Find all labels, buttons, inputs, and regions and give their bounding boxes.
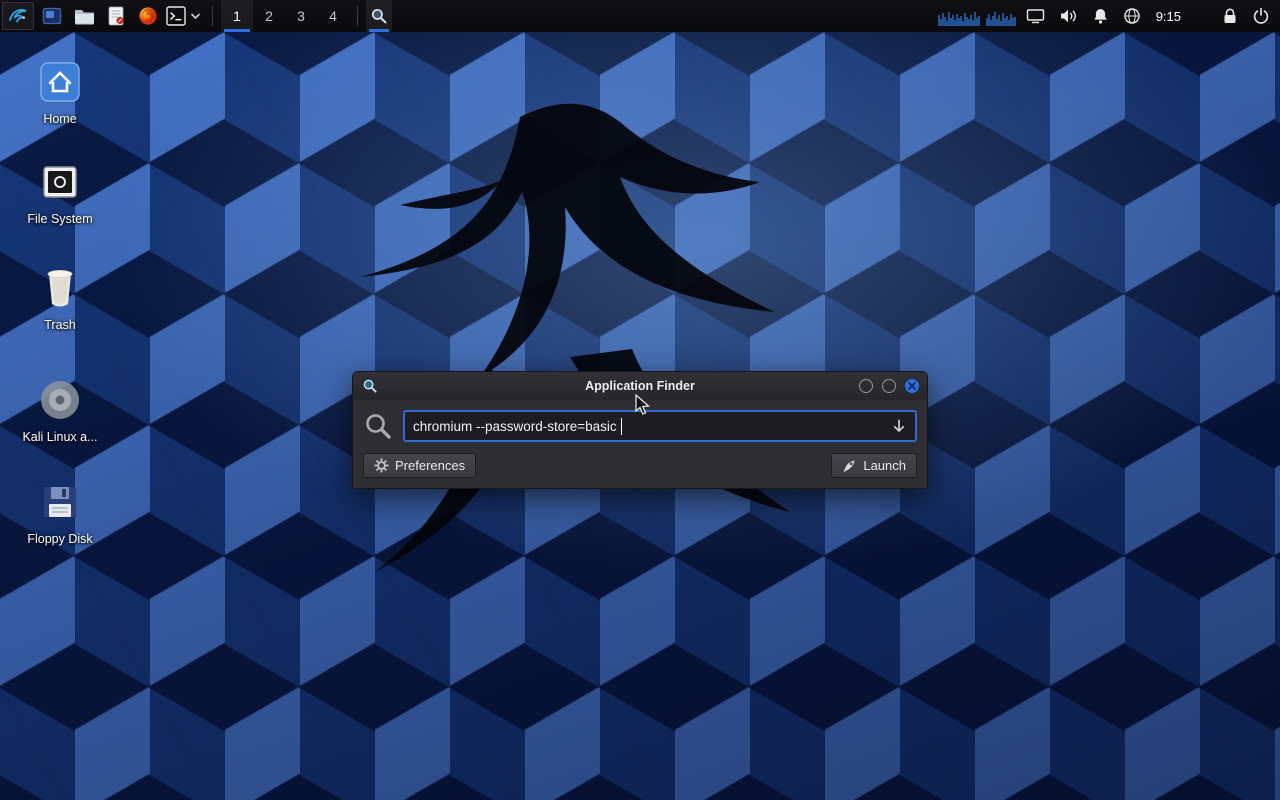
network-graph[interactable]: [986, 6, 1016, 26]
notifications-tray[interactable]: [1092, 7, 1109, 25]
workspace-button-3[interactable]: 3: [285, 0, 317, 32]
close-button[interactable]: [905, 379, 919, 393]
dropdown-arrow-icon[interactable]: [891, 418, 907, 434]
workspace-button-2[interactable]: 2: [253, 0, 285, 32]
taskbar-tray: 9:15: [935, 0, 1280, 32]
screen: 1 2 3 4: [0, 0, 1280, 800]
volume-icon: [1059, 7, 1078, 25]
applications-menu-button[interactable]: [2, 2, 34, 30]
appfinder-icon: [362, 378, 378, 394]
desktop-icon-file-system[interactable]: File System: [12, 158, 108, 226]
firefox-icon: [138, 6, 158, 26]
desktop-icon-label: Floppy Disk: [12, 532, 108, 546]
launch-button[interactable]: Launch: [831, 453, 917, 478]
lock-screen-button[interactable]: [1222, 7, 1238, 25]
text-caret: [621, 418, 622, 435]
gear-icon: [374, 458, 389, 473]
trash-icon: [39, 266, 81, 310]
desktop-icon-label: Home: [12, 112, 108, 126]
logout-button[interactable]: [1252, 7, 1270, 25]
taskbar-separator: [357, 6, 358, 26]
volume-tray[interactable]: [1059, 7, 1078, 25]
desktop-icon-label: Trash: [12, 318, 108, 332]
terminal-icon: [166, 6, 186, 26]
network-graph-icon: [986, 6, 1016, 26]
desktop-icon-kali-cd[interactable]: Kali Linux a...: [12, 376, 108, 444]
display-settings-tray[interactable]: [1026, 7, 1045, 25]
lock-icon: [1222, 7, 1238, 25]
preferences-label: Preferences: [395, 458, 465, 473]
search-row: chromium --password-store=basic: [353, 400, 927, 448]
globe-icon: [1123, 7, 1141, 25]
launch-label: Launch: [863, 458, 906, 473]
file-manager-icon: [74, 7, 95, 25]
command-input[interactable]: chromium --password-store=basic: [403, 410, 917, 442]
kali-dragon-wallpaper-logo: [150, 87, 910, 587]
cpu-graph[interactable]: [938, 6, 980, 26]
window-controls: [859, 379, 919, 393]
taskbar-left: 1 2 3 4: [0, 0, 392, 32]
cpu-graph-icon: [938, 6, 980, 26]
window-title: Application Finder: [353, 379, 927, 393]
command-text: chromium --password-store=basic: [413, 419, 617, 434]
show-desktop-icon: [42, 6, 62, 26]
status-tray[interactable]: [1123, 7, 1141, 25]
desktop-icon-home[interactable]: Home: [12, 58, 108, 126]
taskbar-separator: [212, 6, 213, 26]
desktop-icon-trash[interactable]: Trash: [12, 264, 108, 332]
bell-icon: [1092, 7, 1109, 25]
appfinder-taskbar-icon: [370, 7, 388, 25]
floppy-icon: [39, 481, 81, 523]
minimize-button[interactable]: [859, 379, 873, 393]
close-icon: [908, 382, 916, 390]
desktop-icon-floppy[interactable]: Floppy Disk: [12, 478, 108, 546]
search-icon: [363, 411, 393, 441]
terminal-launcher[interactable]: [164, 0, 204, 32]
text-editor-icon: [108, 6, 125, 26]
firefox-button[interactable]: [132, 0, 164, 32]
maximize-button[interactable]: [882, 379, 896, 393]
clock[interactable]: 9:15: [1156, 9, 1181, 24]
disc-icon: [38, 378, 82, 422]
chevron-down-icon[interactable]: [189, 11, 202, 21]
file-system-icon: [39, 161, 81, 203]
workspace-button-4[interactable]: 4: [317, 0, 349, 32]
dialog-buttons: Preferences Launch: [353, 448, 927, 488]
desktop-icon-label: File System: [12, 212, 108, 226]
workspace-button-1[interactable]: 1: [221, 0, 253, 32]
preferences-button[interactable]: Preferences: [363, 453, 476, 478]
display-icon: [1026, 7, 1045, 25]
launch-icon: [842, 458, 857, 473]
titlebar[interactable]: Application Finder: [353, 372, 927, 400]
taskbar-window-appfinder[interactable]: [366, 0, 392, 32]
text-editor-button[interactable]: [100, 0, 132, 32]
file-manager-button[interactable]: [68, 0, 100, 32]
home-icon: [38, 60, 82, 104]
desktop-icon-label: Kali Linux a...: [12, 430, 108, 444]
application-finder-window: Application Finder chromium --passw: [352, 371, 928, 489]
workspace-switcher: 1 2 3 4: [221, 0, 349, 32]
taskbar: 1 2 3 4: [0, 0, 1280, 32]
show-desktop-button[interactable]: [36, 0, 68, 32]
power-icon: [1252, 7, 1270, 25]
kali-logo-icon: [7, 5, 29, 27]
